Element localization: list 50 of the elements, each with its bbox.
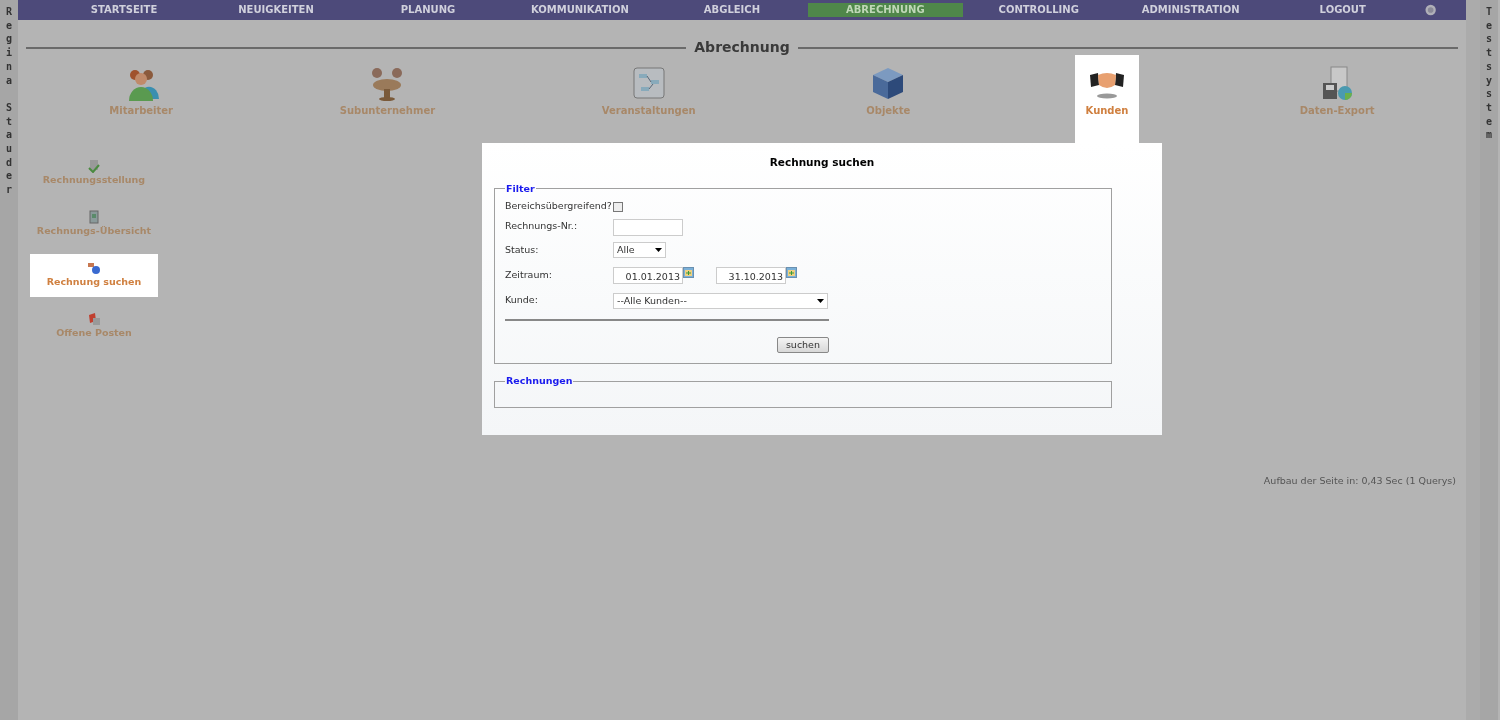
diagram-board-icon — [630, 65, 667, 101]
field-label: Rechnungs-Nr.: — [505, 219, 579, 233]
module-label: Kunden — [1085, 104, 1129, 118]
nav-tab[interactable]: NEUIGKEITEN — [200, 3, 352, 17]
search-icon — [87, 261, 101, 276]
help-icon[interactable] — [1424, 4, 1436, 16]
calendar-icon — [786, 267, 797, 278]
nav-tab[interactable]: ADMINISTRATION — [1114, 3, 1267, 17]
section-title: Abrechnung — [693, 38, 791, 57]
calendar-icon — [683, 267, 694, 278]
side-menu-label: Rechnungs-Übersicht — [36, 224, 152, 239]
dropdown-arrow-icon — [817, 299, 824, 303]
field-label: Zeitraum: — [505, 268, 553, 282]
invoice-icon — [87, 159, 101, 174]
date-to-field[interactable]: 31.10.2013 — [716, 267, 786, 284]
side-menu-label: Rechnung suchen — [46, 275, 142, 290]
module-label: Mitarbeiter — [109, 104, 174, 118]
nav-tab[interactable]: KOMMUNIKATION — [503, 3, 656, 17]
field-label: Bereichsübergreifend? — [505, 199, 613, 214]
customer-dropdown[interactable]: --Alle Kunden-- — [613, 293, 828, 309]
nav-tab[interactable]: ABRECHNUNG — [807, 3, 963, 17]
date-from-field[interactable]: 01.01.2013 — [613, 267, 683, 284]
module-label: Daten-Export — [1299, 104, 1375, 118]
filter-legend: Filter — [505, 181, 536, 196]
module-label: Subunternehmer — [339, 104, 436, 118]
system-name-label: Testsystem — [1486, 5, 1492, 143]
results-legend: Rechnungen — [505, 374, 574, 389]
field-label: Kunde: — [505, 293, 539, 307]
side-menu-item[interactable]: Rechnung suchen — [30, 254, 158, 297]
module-label: Veranstaltungen — [601, 104, 696, 118]
search-button[interactable]: suchen — [776, 337, 829, 353]
nav-tab[interactable]: STARTSEITE — [48, 3, 200, 17]
invoice-number-field[interactable] — [613, 219, 683, 236]
nav-tab[interactable]: LOGOUT — [1266, 3, 1419, 17]
nav-tab[interactable]: CONTROLLING — [962, 3, 1115, 17]
dialog-title: Rechnung suchen — [768, 155, 876, 170]
nav-tab[interactable]: ABGLEICH — [655, 3, 808, 17]
field-label: Status: — [505, 243, 540, 257]
status-dropdown[interactable]: Alle — [613, 242, 666, 258]
side-menu-label: Rechnungsstellung — [42, 173, 146, 188]
nav-tab[interactable]: PLANUNG — [351, 3, 504, 17]
side-menu-label: Offene Posten — [56, 326, 132, 341]
user-name-label: Regina Stauder — [6, 5, 12, 198]
module-label: Objekte — [866, 104, 911, 118]
module-tab[interactable]: Kunden — [1075, 55, 1139, 143]
document-icon — [87, 210, 101, 225]
dropdown-arrow-icon — [655, 248, 662, 252]
page-load-time: Aufbau der Seite in: 0,43 Sec (1 Querys) — [1263, 474, 1456, 488]
cross-area-checkbox[interactable] — [613, 201, 623, 212]
open-items-icon — [87, 312, 101, 327]
